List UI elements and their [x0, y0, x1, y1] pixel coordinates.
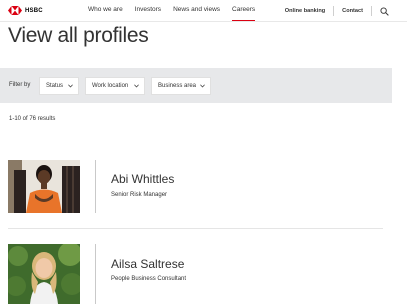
status-dropdown[interactable]: Status: [39, 77, 79, 95]
profile-role: Senior Risk Manager: [111, 192, 168, 198]
profile-divider: [95, 244, 96, 304]
utility-nav: Online banking Contact: [285, 0, 389, 22]
business-area-dropdown[interactable]: Business area: [151, 77, 211, 95]
brand-name: HSBC: [25, 7, 43, 14]
nav-divider: [371, 6, 372, 16]
nav-news-and-views[interactable]: News and views: [173, 0, 220, 22]
nav-divider: [333, 6, 335, 16]
header-divider: [0, 21, 407, 22]
hsbc-logo[interactable]: HSBC: [8, 6, 43, 15]
work-location-dropdown-label: Work location: [92, 83, 129, 89]
profile-role: People Business Consultant: [111, 276, 187, 282]
chevron-down-icon: [134, 84, 139, 88]
profile-name[interactable]: Ailsa Saltrese: [111, 257, 184, 271]
page-title: View all profiles: [8, 24, 149, 47]
profile-card[interactable]: Ailsa Saltrese People Business Consultan…: [8, 244, 383, 304]
filter-label: Filter by: [9, 82, 31, 88]
hsbc-logo-icon: [8, 6, 22, 15]
profile-photo[interactable]: [8, 160, 80, 213]
filter-bar: Filter by Status Work location Business …: [0, 68, 392, 103]
status-dropdown-label: Status: [46, 83, 64, 89]
work-location-dropdown[interactable]: Work location: [85, 77, 145, 95]
online-banking-link[interactable]: Online banking: [285, 8, 325, 14]
profile-name[interactable]: Abi Whittles: [111, 172, 174, 186]
list-divider: [8, 228, 383, 229]
profile-divider: [95, 160, 96, 213]
profile-card[interactable]: Abi Whittles Senior Risk Manager: [8, 160, 383, 213]
contact-link[interactable]: Contact: [342, 8, 363, 14]
profile-photo[interactable]: [8, 244, 80, 304]
chevron-down-icon: [200, 84, 205, 88]
nav-careers[interactable]: Careers: [232, 0, 256, 22]
search-icon[interactable]: [380, 6, 389, 16]
main-nav: Who we are Investors News and views Care…: [88, 0, 256, 22]
nav-investors[interactable]: Investors: [135, 0, 161, 22]
site-header: HSBC Who we are Investors News and views…: [0, 0, 407, 22]
business-area-dropdown-label: Business area: [158, 83, 197, 89]
nav-who-we-are[interactable]: Who we are: [88, 0, 123, 22]
results-count: 1-10 of 76 results: [9, 116, 56, 122]
chevron-down-icon: [68, 84, 73, 88]
